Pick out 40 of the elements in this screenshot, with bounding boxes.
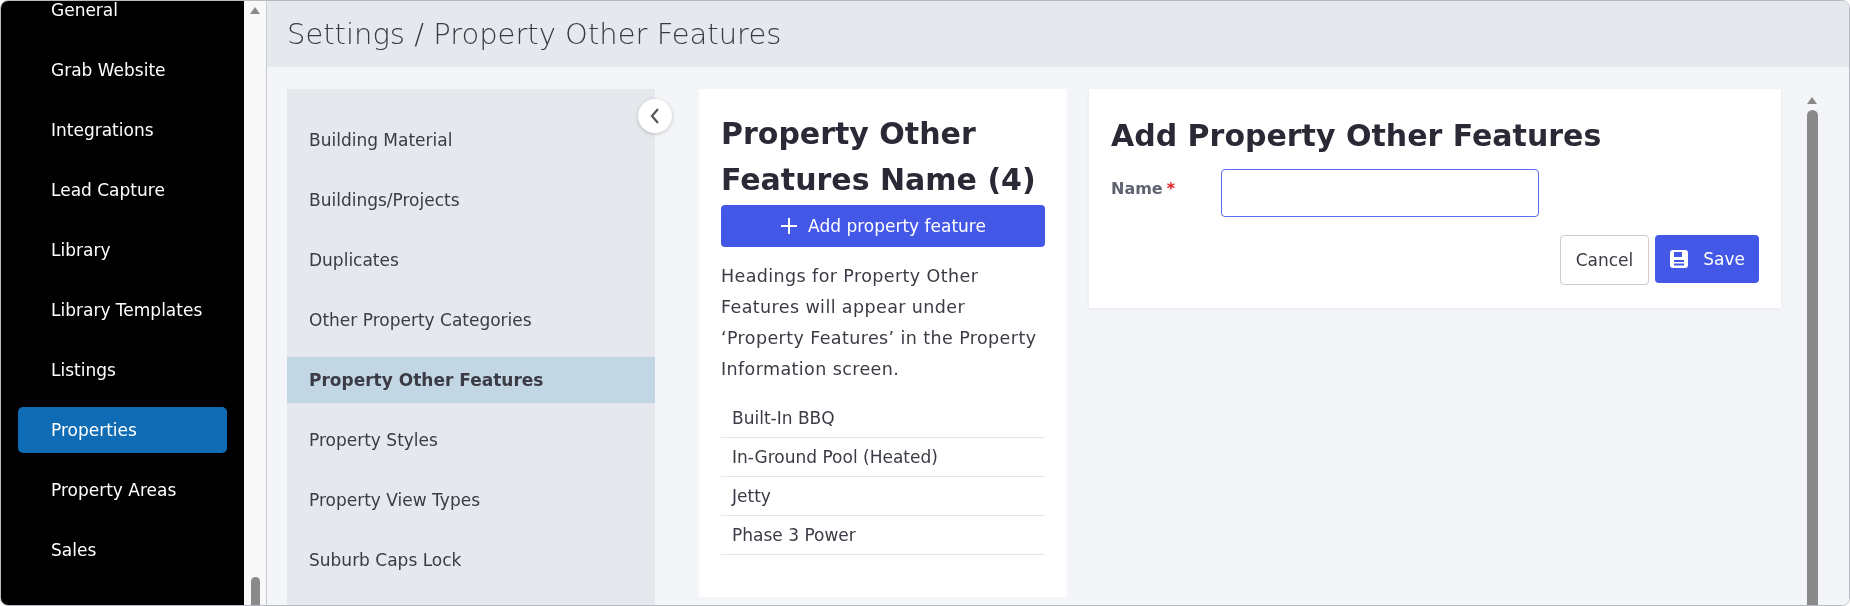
- scroll-thumb[interactable]: [1806, 110, 1818, 605]
- page-title: Settings / Property Other Features: [287, 17, 782, 51]
- feature-item[interactable]: Built-In BBQ: [721, 399, 1045, 438]
- sidebar-item[interactable]: General: [18, 1, 228, 33]
- feature-item[interactable]: Phase 3 Power: [721, 516, 1045, 555]
- sidebar-item[interactable]: Integrations: [18, 107, 228, 153]
- sidebar-item[interactable]: Property Areas: [18, 467, 228, 513]
- settings-menu-item[interactable]: Buildings/Projects: [287, 177, 655, 223]
- settings-menu-item[interactable]: Building Material: [287, 117, 655, 163]
- name-input-field[interactable]: [1221, 169, 1539, 217]
- feature-item[interactable]: In-Ground Pool (Heated): [721, 438, 1045, 477]
- form-title: Add Property Other Features: [1111, 117, 1603, 155]
- collapse-button[interactable]: [638, 99, 672, 133]
- scroll-up-icon[interactable]: [1807, 97, 1817, 104]
- save-button[interactable]: Save: [1655, 235, 1759, 283]
- settings-menu-item[interactable]: Property Styles: [287, 417, 655, 463]
- sidebar-item[interactable]: Listings: [18, 347, 228, 393]
- sidebar-item[interactable]: Library Templates: [18, 287, 228, 333]
- name-label: Name: [1111, 179, 1163, 198]
- feature-item[interactable]: Jetty: [721, 477, 1045, 516]
- sidebar-item[interactable]: Properties: [18, 407, 228, 453]
- sidebar-item[interactable]: Lead Capture: [18, 167, 228, 213]
- settings-menu-item[interactable]: Property Other Features: [287, 357, 655, 403]
- card-title: Property Other Features Name (4): [721, 115, 1037, 199]
- add-feature-button[interactable]: Add property feature: [721, 205, 1045, 247]
- required-icon: *: [1166, 179, 1176, 198]
- chevron-left-icon: [649, 107, 661, 125]
- settings-menu-item[interactable]: Duplicates: [287, 237, 655, 283]
- sidebar-item[interactable]: Library: [18, 227, 228, 273]
- scroll-up-icon[interactable]: [250, 7, 261, 14]
- cancel-button[interactable]: Cancel: [1559, 235, 1650, 285]
- settings-menu-item[interactable]: Other Property Categories: [287, 297, 655, 343]
- settings-menu-item[interactable]: Property View Types: [287, 477, 655, 523]
- description-text: Headings for Property Other Features will appear under ‘Property Features’ in the Property Information screen.: [721, 265, 1038, 381]
- scroll-thumb[interactable]: [250, 577, 260, 605]
- plus-icon: [780, 217, 799, 235]
- sidebar-item[interactable]: Grab Website: [18, 47, 228, 93]
- scrollbar[interactable]: [244, 1, 267, 605]
- sidebar-item[interactable]: Sales: [18, 527, 228, 573]
- settings-menu-item[interactable]: Suburb Caps Lock: [287, 537, 655, 583]
